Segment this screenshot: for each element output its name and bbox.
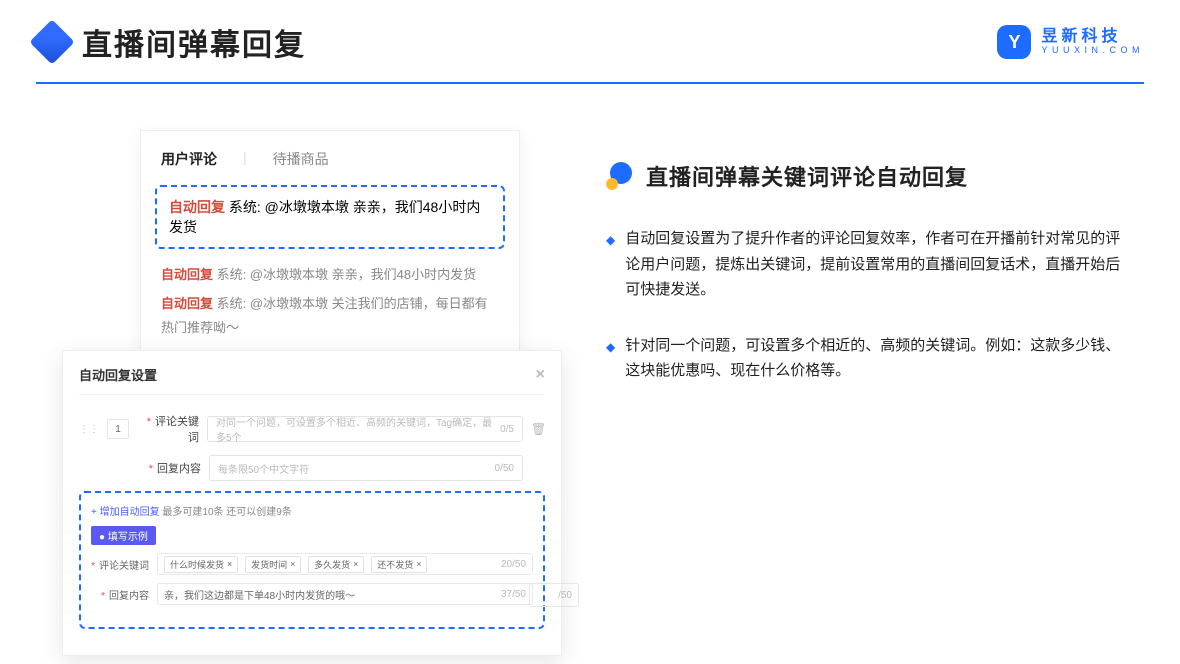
header-rule	[36, 82, 1144, 84]
add-line: + 增加自动回复 最多可建10条 还可以创建9条	[91, 503, 533, 518]
section-title: 直播间弹幕关键词评论自动回复	[606, 160, 1128, 192]
add-auto-reply-link[interactable]: + 增加自动回复	[91, 507, 160, 518]
bullet-2-text: 针对同一个问题，可设置多个相近的、高频的关键词。例如：这款多少钱、这块能优惠吗、…	[625, 333, 1128, 384]
reply-input[interactable]: 每条限50个中文字符 0/50	[209, 455, 523, 481]
cube-icon	[29, 19, 74, 64]
ex-label: *评论关键词	[91, 557, 149, 572]
example-reply-row: *回复内容 亲，我们这边都是下单48小时内发货的哦～ 37/50	[91, 583, 533, 605]
form-row-reply: *回复内容 每条限50个中文字符 0/50	[79, 455, 545, 481]
field-label-reply: *回复内容	[139, 460, 201, 476]
drag-handle-icon[interactable]: ⋮⋮	[79, 424, 99, 435]
ex-count: 20/50	[501, 559, 526, 570]
row-index: 1	[107, 419, 129, 439]
bullet-1-text: 自动回复设置为了提升作者的评论回复效率，作者可在开播前针对常见的评论用户问题，提…	[625, 226, 1128, 303]
reply-placeholder: 每条限50个中文字符	[218, 461, 309, 476]
tabs: 用户评论 | 待播商品	[161, 149, 499, 169]
ex-count: 37/50	[501, 589, 526, 600]
example-reply-box[interactable]: 亲，我们这边都是下单48小时内发货的哦～ 37/50	[157, 583, 533, 605]
keyword-placeholder: 对同一个问题，可设置多个相近、高频的关键词，Tag确定，最多5个	[216, 414, 500, 444]
tab-user-comments[interactable]: 用户评论	[161, 149, 217, 169]
page-title: 直播间弹幕回复	[82, 20, 306, 64]
example-keyword-box[interactable]: 什么时候发货× 发货时间× 多久发货× 还不发货× 20/50	[157, 553, 533, 575]
keyword-chip[interactable]: 什么时候发货×	[164, 556, 238, 573]
keyword-chip[interactable]: 还不发货×	[371, 556, 427, 573]
brand-text: 昱新科技 YUUXIN.COM	[1041, 29, 1144, 55]
section-title-text: 直播间弹幕关键词评论自动回复	[646, 160, 968, 192]
auto-reply-tag: 自动回复	[169, 199, 225, 215]
example-pill: ● 填写示例	[91, 526, 156, 545]
brand-en: YUUXIN.COM	[1041, 46, 1144, 55]
auto-reply-tag: 自动回复	[161, 267, 213, 282]
settings-title: 自动回复设置	[79, 365, 157, 384]
trash-icon[interactable]: 🗑	[531, 422, 545, 436]
settings-header: 自动回复设置 ×	[79, 365, 545, 395]
ex-label: *回复内容	[91, 587, 149, 602]
comment-card: 用户评论 | 待播商品 自动回复 系统: @冰墩墩本墩 亲亲，我们48小时内发货…	[140, 130, 520, 382]
left-column: 用户评论 | 待播商品 自动回复 系统: @冰墩墩本墩 亲亲，我们48小时内发货…	[62, 130, 582, 640]
footer-count-box: /50	[529, 583, 579, 607]
auto-reply-tag: 自动回复	[161, 296, 213, 311]
footer-count: /50	[558, 590, 572, 601]
keyword-chip[interactable]: 发货时间×	[245, 556, 301, 573]
bullet-1: ◆ 自动回复设置为了提升作者的评论回复效率，作者可在开播前针对常见的评论用户问题…	[606, 226, 1128, 303]
bullet-2: ◆ 针对同一个问题，可设置多个相近的、高频的关键词。例如：这款多少钱、这块能优惠…	[606, 333, 1128, 384]
example-area: + 增加自动回复 最多可建10条 还可以创建9条 ● 填写示例 *评论关键词 什…	[79, 491, 545, 629]
brand-cn: 昱新科技	[1041, 29, 1144, 46]
keyword-chip[interactable]: 多久发货×	[308, 556, 364, 573]
right-column: 直播间弹幕关键词评论自动回复 ◆ 自动回复设置为了提升作者的评论回复效率，作者可…	[606, 160, 1128, 414]
comment-row: 自动回复 系统: @冰墩墩本墩 亲亲，我们48小时内发货	[161, 263, 499, 286]
diamond-bullet-icon: ◆	[606, 230, 615, 303]
brand: Y 昱新科技 YUUXIN.COM	[997, 25, 1144, 59]
add-hint: 最多可建10条 还可以创建9条	[160, 507, 292, 518]
header: 直播间弹幕回复 Y 昱新科技 YUUXIN.COM	[36, 20, 1144, 64]
highlighted-comment: 自动回复 系统: @冰墩墩本墩 亲亲，我们48小时内发货	[155, 185, 505, 249]
overlap-dots-icon	[606, 162, 634, 190]
example-keyword-row: *评论关键词 什么时候发货× 发货时间× 多久发货× 还不发货× 20/50	[91, 553, 533, 575]
field-label-keyword: *评论关键词	[137, 413, 199, 445]
brand-logo-icon: Y	[997, 25, 1031, 59]
diamond-bullet-icon: ◆	[606, 337, 615, 384]
tab-pending-products[interactable]: 待播商品	[273, 149, 329, 169]
settings-card: 自动回复设置 × ⋮⋮ 1 *评论关键词 对同一个问题，可设置多个相近、高频的关…	[62, 350, 562, 656]
form-row-keyword: ⋮⋮ 1 *评论关键词 对同一个问题，可设置多个相近、高频的关键词，Tag确定，…	[79, 413, 545, 445]
comment-text: 系统: @冰墩墩本墩 亲亲，我们48小时内发货	[213, 267, 476, 282]
keyword-count: 0/5	[500, 424, 514, 435]
comment-row: 自动回复 系统: @冰墩墩本墩 关注我们的店铺，每日都有热门推荐呦～	[161, 292, 499, 339]
tab-divider: |	[243, 149, 247, 169]
title-wrap: 直播间弹幕回复	[36, 20, 306, 64]
close-icon[interactable]: ×	[536, 366, 545, 384]
keyword-input[interactable]: 对同一个问题，可设置多个相近、高频的关键词，Tag确定，最多5个 0/5	[207, 416, 523, 442]
ex-reply-text: 亲，我们这边都是下单48小时内发货的哦～	[164, 587, 355, 602]
reply-count: 0/50	[495, 463, 514, 474]
